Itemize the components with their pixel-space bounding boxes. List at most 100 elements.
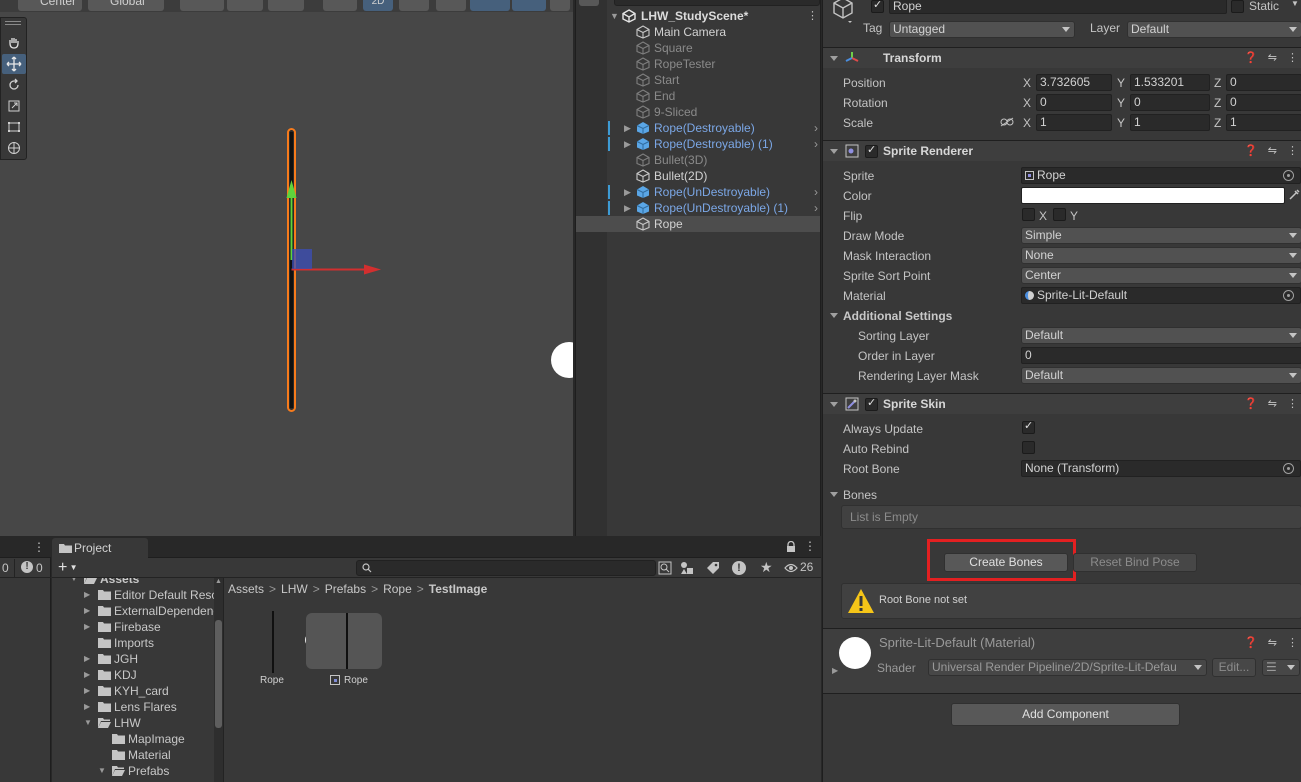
expand-arrow[interactable]: ▶: [624, 120, 631, 136]
open-prefab-chevron-icon[interactable]: ›: [814, 184, 818, 200]
sprite-skin-header[interactable]: Sprite Skin ❓ ⇋ ⋮: [823, 393, 1301, 414]
bullet-sprite[interactable]: [551, 342, 573, 378]
rect-tool[interactable]: [2, 117, 26, 137]
audio-toggle[interactable]: [436, 0, 466, 11]
position-z-field[interactable]: 0: [1226, 74, 1301, 91]
material-object-field[interactable]: Sprite-Lit-Default: [1021, 287, 1301, 304]
tab-project[interactable]: Project: [52, 538, 148, 559]
mode-2d-toggle[interactable]: 2D: [363, 0, 393, 11]
object-name-field[interactable]: Rope: [889, 0, 1227, 14]
hierarchy-item[interactable]: Start: [576, 72, 820, 88]
preset-icon[interactable]: ⇋: [1268, 51, 1277, 64]
expanded-arrow-icon[interactable]: ▼: [84, 715, 92, 731]
draw-mode-dropdown[interactable]: Simple: [1021, 227, 1301, 244]
y-axis-handle[interactable]: [286, 180, 297, 198]
fold-arrow-icon[interactable]: [830, 492, 838, 497]
asset-rope-image[interactable]: Rope: [252, 607, 292, 687]
flip-x-checkbox[interactable]: [1022, 208, 1035, 221]
search-by-type-icon[interactable]: [658, 561, 672, 575]
flip-y-checkbox[interactable]: [1053, 208, 1066, 221]
hierarchy-item[interactable]: Bullet(2D): [576, 168, 820, 184]
root-bone-field[interactable]: None (Transform): [1021, 460, 1301, 477]
tag-dropdown[interactable]: Untagged: [889, 21, 1075, 38]
breadcrumb-testimage[interactable]: TestImage: [429, 582, 487, 596]
console-warning-icon[interactable]: !: [21, 561, 33, 573]
collapsed-arrow-icon[interactable]: ▶: [84, 587, 90, 603]
hierarchy-item[interactable]: Rope: [576, 216, 820, 232]
open-prefab-chevron-icon[interactable]: ›: [814, 120, 818, 136]
hidden-packages-eye-icon[interactable]: [784, 563, 798, 573]
filter-by-label-icon[interactable]: [706, 561, 720, 575]
object-picker-icon[interactable]: [1283, 463, 1294, 474]
preset-icon[interactable]: ⇋: [1268, 397, 1277, 410]
folder-tree-item[interactable]: ▼ Prefabs: [52, 763, 223, 779]
preset-icon[interactable]: ⇋: [1268, 144, 1277, 157]
folder-tree-item[interactable]: ▶ Lens Flares: [52, 699, 223, 715]
edit-shader-button[interactable]: Edit...: [1212, 658, 1256, 677]
help-icon[interactable]: ❓: [1244, 51, 1258, 64]
sprite-renderer-header[interactable]: Sprite Renderer ❓ ⇋ ⋮: [823, 140, 1301, 161]
scroll-up-arrow[interactable]: ▲: [215, 578, 222, 585]
collapsed-arrow-icon[interactable]: ▶: [84, 699, 90, 715]
favorite-star-icon[interactable]: ★: [760, 559, 773, 576]
scene-expand-arrow[interactable]: ▼: [610, 8, 619, 24]
collapsed-arrow-icon[interactable]: ▶: [84, 667, 90, 683]
x-axis-handle[interactable]: [364, 264, 381, 275]
open-prefab-chevron-icon[interactable]: ›: [814, 136, 818, 152]
lighting-toggle[interactable]: [399, 0, 429, 11]
breadcrumb-rope[interactable]: Rope: [383, 582, 412, 596]
transform-tool[interactable]: [2, 138, 26, 158]
sprite-sort-point-dropdown[interactable]: Center: [1021, 267, 1301, 284]
scale-y-field[interactable]: 1: [1130, 114, 1210, 131]
order-in-layer-field[interactable]: 0: [1021, 347, 1301, 364]
rotation-x-field[interactable]: 0: [1036, 94, 1112, 111]
material-expand-arrow[interactable]: ▶: [832, 666, 838, 675]
lock-icon[interactable]: [786, 541, 796, 553]
shading-dropdown[interactable]: [323, 0, 357, 11]
add-component-button[interactable]: Add Component: [951, 703, 1180, 726]
expanded-arrow-icon[interactable]: ▼: [70, 578, 78, 587]
folder-tree-item[interactable]: ▶ ExternalDependenc: [52, 603, 223, 619]
folder-tree-item[interactable]: ▶ Firebase: [52, 619, 223, 635]
hidden-objects-toggle[interactable]: [512, 0, 546, 11]
folder-tree-item[interactable]: ▼ LHW: [52, 715, 223, 731]
effects-dropdown[interactable]: [470, 0, 510, 11]
hierarchy-item[interactable]: ▶ › Rope(Destroyable): [576, 120, 820, 136]
fold-arrow-icon[interactable]: [830, 56, 838, 61]
breadcrumb-prefabs[interactable]: Prefabs: [325, 582, 366, 596]
console-more-icon[interactable]: ⋮: [33, 540, 45, 554]
overlay-handle[interactable]: [5, 21, 21, 22]
scale-x-field[interactable]: 1: [1036, 114, 1112, 131]
component-more-icon[interactable]: ⋮: [1287, 144, 1298, 157]
folder-tree-scroll-thumb[interactable]: [215, 620, 222, 728]
expanded-arrow-icon[interactable]: ▼: [98, 763, 106, 779]
help-icon[interactable]: ❓: [1244, 636, 1258, 649]
hierarchy-item[interactable]: 9-Sliced: [576, 104, 820, 120]
folder-tree-item[interactable]: ▶ JGH: [52, 651, 223, 667]
hierarchy-search-input[interactable]: [614, 0, 820, 6]
asset-rope-sprite[interactable]: Rope: [304, 607, 384, 687]
scene-header-row[interactable]: ▼ LHW_StudyScene* ⋮: [576, 8, 820, 24]
folder-tree-item[interactable]: Imports: [52, 635, 223, 651]
eyedropper-icon[interactable]: [1288, 189, 1300, 201]
collapsed-arrow-icon[interactable]: ▶: [84, 651, 90, 667]
move-gizmo[interactable]: [280, 176, 390, 276]
expand-arrow[interactable]: ▶: [624, 136, 631, 152]
rotation-z-field[interactable]: 0: [1226, 94, 1301, 111]
sorting-layer-dropdown[interactable]: Default: [1021, 327, 1301, 344]
pivot-dropdown[interactable]: Center: [18, 0, 82, 11]
help-icon[interactable]: ❓: [1244, 144, 1258, 157]
view-tool-dropdown[interactable]: [180, 0, 224, 11]
help-icon[interactable]: ❓: [1244, 397, 1258, 410]
position-x-field[interactable]: 3.732605: [1036, 74, 1112, 91]
static-checkbox[interactable]: [1231, 0, 1244, 13]
object-picker-icon[interactable]: [1283, 290, 1294, 301]
sprite-object-field[interactable]: Rope: [1021, 167, 1301, 184]
auto-rebind-checkbox[interactable]: [1022, 441, 1035, 454]
hierarchy-item[interactable]: ▶ › Rope(UnDestroyable) (1): [576, 200, 820, 216]
rendering-layer-mask-dropdown[interactable]: Default: [1021, 367, 1301, 384]
hierarchy-item[interactable]: Bullet(3D): [576, 152, 820, 168]
folder-tree-item[interactable]: ▼ Assets: [52, 578, 223, 587]
position-y-field[interactable]: 1.533201: [1130, 74, 1210, 91]
move-tool[interactable]: [2, 54, 26, 74]
